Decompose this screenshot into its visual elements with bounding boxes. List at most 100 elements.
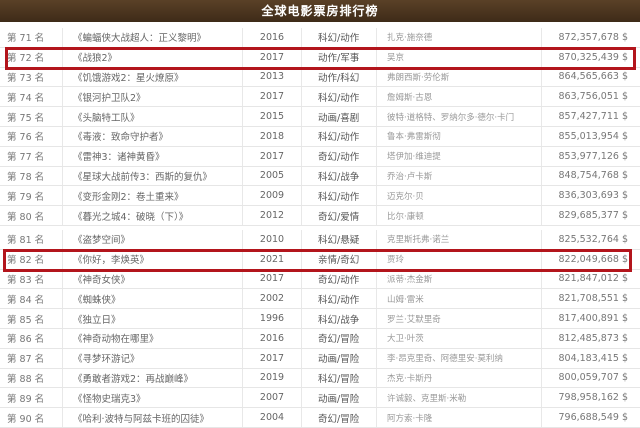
box-office-cell: 836,303,693 $ <box>558 190 628 202</box>
ranking-table-81-90: 第 81 名《盗梦空间》 2010 科幻/悬疑 克里斯托弗·诺兰 825,532,764… <box>0 230 640 428</box>
rank-cell: 第 72 名 <box>0 47 63 67</box>
director-cell: 杰克·卡斯丹 <box>377 368 542 388</box>
table-row: 第 81 名《盗梦空间》 2010 科幻/悬疑 克里斯托弗·诺兰 825,532,764… <box>0 230 640 250</box>
year-cell: 2002 <box>243 289 302 309</box>
box-office-cell: 798,958,162 $ <box>558 392 628 404</box>
rank-cell: 第 80 名 <box>0 206 63 225</box>
director-cell: 彼特·道格特、罗纳尔多·德尔·卡门 <box>377 107 542 126</box>
movie-title-cell: 《盗梦空间》 <box>63 230 243 249</box>
movie-title-cell: 《变形金刚2：卷土重来》 <box>63 186 243 206</box>
box-office-cell: 796,688,549 $ <box>558 412 628 424</box>
genre-cell: 科幻/悬疑 <box>302 230 377 249</box>
table-row: 第 78 名《星球大战前传3：西斯的复仇》 2005 科幻/战争 乔治·卢卡斯 848,… <box>0 166 640 187</box>
box-office-cell: 853,977,126 $ <box>558 150 628 162</box>
ranking-table-71-80: 第 71 名《蝙蝠侠大战超人：正义黎明》 2016 科幻/动作 扎克·施奈德 872,3… <box>0 28 640 226</box>
year-cell: 2017 <box>243 269 302 289</box>
genre-cell: 动画/喜剧 <box>302 107 377 126</box>
rank-cell: 第 85 名 <box>0 309 63 328</box>
rank-cell: 第 77 名 <box>0 146 63 166</box>
box-office-cell: 821,847,012 $ <box>558 273 628 285</box>
box-office-cell: 855,013,954 $ <box>558 130 628 142</box>
rank-cell: 第 86 名 <box>0 328 63 348</box>
table-row: 第 71 名《蝙蝠侠大战超人：正义黎明》 2016 科幻/动作 扎克·施奈德 872,3… <box>0 28 640 48</box>
rank-cell: 第 71 名 <box>0 28 63 47</box>
movie-title-cell: 《神奇女侠》 <box>63 269 243 289</box>
table-row: 第 86 名《神奇动物在哪里》 2016 奇幻/冒险 大卫·叶茨 812,485,873… <box>0 328 640 349</box>
rank-cell: 第 88 名 <box>0 368 63 388</box>
page-title: 全球电影票房排行榜 <box>0 0 640 22</box>
director-cell: 迈克尔·贝 <box>377 186 542 206</box>
genre-cell: 亲情/奇幻 <box>302 249 377 269</box>
movie-title-cell: 《暮光之城4：破晓（下）》 <box>63 206 243 225</box>
movie-title-cell: 《寻梦环游记》 <box>63 348 243 368</box>
director-cell: 吴京 <box>377 47 542 67</box>
year-cell: 2009 <box>243 186 302 206</box>
year-cell: 2016 <box>243 28 302 47</box>
director-cell: 山姆·雷米 <box>377 289 542 309</box>
box-office-cell: 864,565,663 $ <box>558 71 628 83</box>
box-office-cell: 800,059,707 $ <box>558 372 628 384</box>
table-row: 第 90 名《哈利·波特与阿兹卡班的囚徒》 2004 奇幻/冒险 阿方索·卡隆 796,… <box>0 408 640 428</box>
box-office-cell: 822,049,668 $ <box>558 253 628 265</box>
rank-cell: 第 78 名 <box>0 166 63 186</box>
year-cell: 2007 <box>243 388 302 408</box>
movie-title-cell: 《独立日》 <box>63 309 243 328</box>
table-row: 第 75 名《头脑特工队》 2015 动画/喜剧 彼特·道格特、罗纳尔多·德尔·卡门 8… <box>0 107 640 127</box>
genre-cell: 科幻/战争 <box>302 166 377 186</box>
rank-cell: 第 73 名 <box>0 67 63 87</box>
director-cell: 许诚毅、克里斯·米勒 <box>377 388 542 408</box>
year-cell: 1996 <box>243 309 302 328</box>
rank-cell: 第 79 名 <box>0 186 63 206</box>
genre-cell: 奇幻/动作 <box>302 146 377 166</box>
year-cell: 2017 <box>243 348 302 368</box>
rank-cell: 第 87 名 <box>0 348 63 368</box>
genre-cell: 奇幻/动作 <box>302 269 377 289</box>
director-cell: 派蒂·杰金斯 <box>377 269 542 289</box>
genre-cell: 科幻/战争 <box>302 309 377 328</box>
director-cell: 克里斯托弗·诺兰 <box>377 230 542 249</box>
director-cell: 李·昂克里奇、阿德里安·莫利纳 <box>377 348 542 368</box>
rank-cell: 第 75 名 <box>0 107 63 126</box>
genre-cell: 动画/冒险 <box>302 348 377 368</box>
table-row: 第 76 名《毒液：致命守护者》 2018 科幻/动作 鲁本·弗雷斯彻 855,013,… <box>0 126 640 147</box>
year-cell: 2004 <box>243 408 302 427</box>
director-cell: 罗兰·艾默里奇 <box>377 309 542 328</box>
year-cell: 2010 <box>243 230 302 249</box>
rank-cell: 第 90 名 <box>0 408 63 427</box>
year-cell: 2019 <box>243 368 302 388</box>
genre-cell: 动作/科幻 <box>302 67 377 87</box>
box-office-cell: 872,357,678 $ <box>558 31 628 43</box>
box-office-cell: 821,708,551 $ <box>558 293 628 305</box>
movie-title-cell: 《神奇动物在哪里》 <box>63 328 243 348</box>
table-row: 第 85 名《独立日》 1996 科幻/战争 罗兰·艾默里奇 817,400,891 $ <box>0 309 640 329</box>
movie-title-cell: 《你好，李焕英》 <box>63 249 243 269</box>
genre-cell: 科幻/动作 <box>302 186 377 206</box>
genre-cell: 动画/冒险 <box>302 388 377 408</box>
box-office-cell: 804,183,415 $ <box>558 352 628 364</box>
box-office-cell: 812,485,873 $ <box>558 332 628 344</box>
table-row: 第 83 名《神奇女侠》 2017 奇幻/动作 派蒂·杰金斯 821,847,012 $ <box>0 269 640 290</box>
table-row: 第 73 名《饥饿游戏2：星火燎原》 2013 动作/科幻 弗朗西斯·劳伦斯 864,5… <box>0 67 640 88</box>
movie-title-cell: 《毒液：致命守护者》 <box>63 126 243 146</box>
table-row: 第 82 名《你好，李焕英》 2021 亲情/奇幻 贾玲 822,049,668 $ <box>0 249 640 270</box>
year-cell: 2012 <box>243 206 302 225</box>
genre-cell: 科幻/冒险 <box>302 368 377 388</box>
year-cell: 2017 <box>243 87 302 107</box>
director-cell: 比尔·康顿 <box>377 206 542 225</box>
box-office-cell: 848,754,768 $ <box>558 170 628 182</box>
movie-title-cell: 《星球大战前传3：西斯的复仇》 <box>63 166 243 186</box>
movie-title-cell: 《哈利·波特与阿兹卡班的囚徒》 <box>63 408 243 427</box>
genre-cell: 奇幻/冒险 <box>302 408 377 427</box>
director-cell: 贾玲 <box>377 249 542 269</box>
table-row: 第 87 名《寻梦环游记》 2017 动画/冒险 李·昂克里奇、阿德里安·莫利纳 804… <box>0 348 640 369</box>
year-cell: 2005 <box>243 166 302 186</box>
genre-cell: 奇幻/爱情 <box>302 206 377 225</box>
table-row: 第 79 名《变形金刚2：卷土重来》 2009 科幻/动作 迈克尔·贝 836,303,… <box>0 186 640 207</box>
table-row: 第 88 名《勇敢者游戏2：再战巅峰》 2019 科幻/冒险 杰克·卡斯丹 800,05… <box>0 368 640 389</box>
director-cell: 扎克·施奈德 <box>377 28 542 47</box>
movie-title-cell: 《勇敢者游戏2：再战巅峰》 <box>63 368 243 388</box>
box-office-cell: 829,685,377 $ <box>558 210 628 222</box>
table-row: 第 84 名《蜘蛛侠》 2002 科幻/动作 山姆·雷米 821,708,551 $ <box>0 289 640 310</box>
year-cell: 2017 <box>243 146 302 166</box>
movie-title-cell: 《头脑特工队》 <box>63 107 243 126</box>
